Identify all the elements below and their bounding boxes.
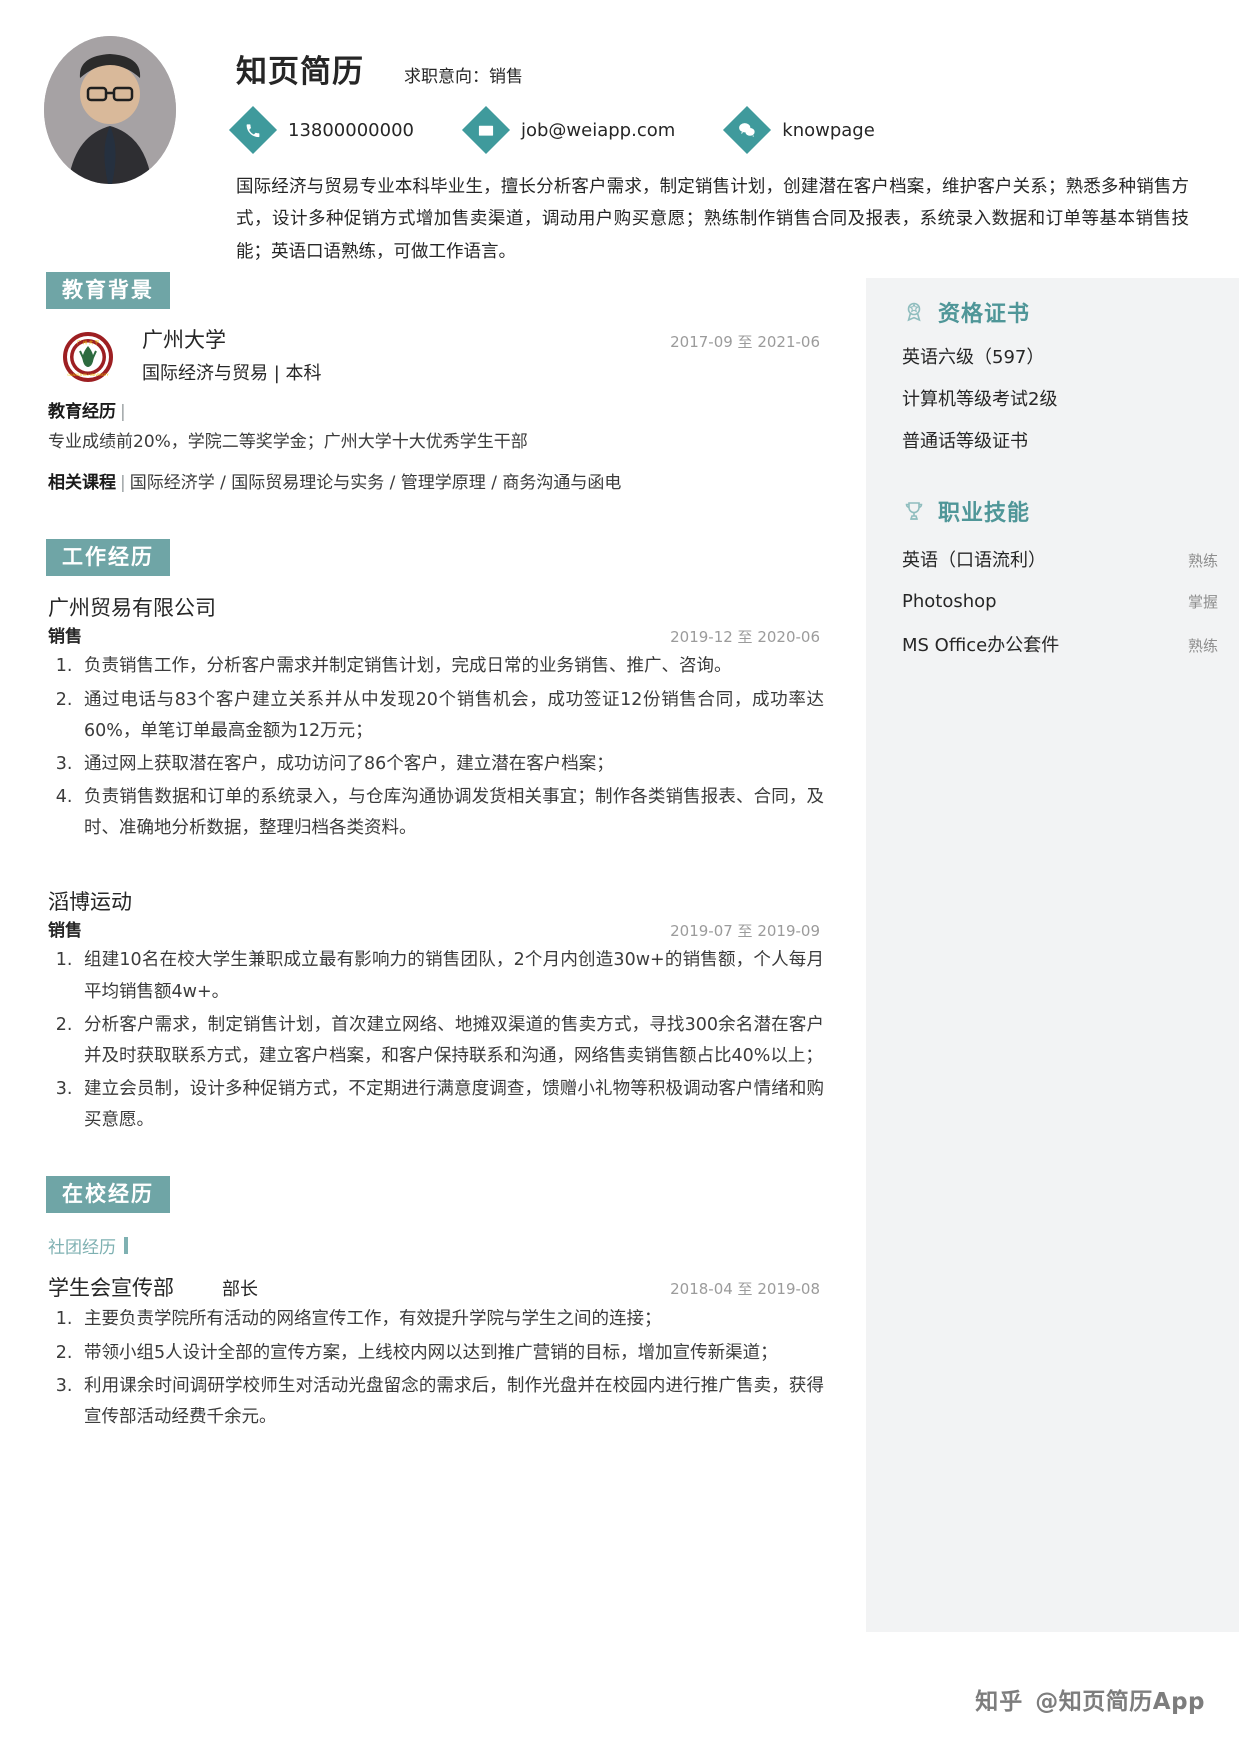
phone-text: 13800000000 [288, 119, 414, 141]
skill-row: 英语（口语流利） 熟练 [902, 546, 1222, 572]
work-date: 2019-07 至 2019-09 [670, 922, 820, 941]
watermark: 知乎 @知页简历App [975, 1682, 1205, 1716]
education-courses-line: 相关课程 | 国际经济学 / 国际贸易理论与实务 / 管理学原理 / 商务沟通与函电 [48, 469, 824, 499]
campus-subsection-header: 社团经历 [48, 1233, 824, 1258]
education-experience-text: 专业成绩前20%，学院二等奖学金；广州大学十大优秀学生干部 [48, 431, 528, 452]
accent-tick-icon [124, 1237, 128, 1255]
job-objective: 求职意向：销售 [404, 67, 523, 87]
university-logo-icon: 广 州 大 学 GUANGZHOU UNIVERSITY [62, 331, 114, 384]
organization-name: 学生会宣传部 [48, 1276, 174, 1301]
skill-level: 熟练 [1187, 551, 1218, 570]
education-experience-label-line: 教育经历 | [48, 398, 824, 428]
watermark-text: @知页简历App [1035, 1689, 1205, 1715]
wechat-icon [723, 105, 772, 155]
school-major: 国际经济与贸易 | 本科 [142, 363, 322, 385]
work-bullet: 负责销售工作，分析客户需求并制定销售计划，完成日常的业务销售、推广、咨询。 [78, 651, 824, 682]
campus-section-header: 在校经历 [30, 1176, 842, 1214]
skill-level: 熟练 [1187, 636, 1218, 655]
certificate-item: 英语六级（597） [902, 347, 1045, 368]
work-bullet: 分析客户需求，制定销售计划，首次建立网络、地摊双渠道的售卖方式，寻找300余名潜… [78, 1010, 824, 1072]
mail-icon [461, 105, 511, 155]
contact-phone: 13800000000 [228, 105, 414, 155]
work-bullet-list: 组建10名在校大学生兼职成立最有影响力的销售团队，2个月内创造30w+的销售额，… [48, 945, 824, 1136]
main-column: 教育背景 广 州 大 学 GUANGZHOU UNIVERSITY 广州大学 国… [30, 272, 842, 1433]
header-details: 知页简历 求职意向：销售 13800000000 job@weiapp.com … [176, 32, 1199, 268]
svg-text:GUANGZHOU UNIVERSITY: GUANGZHOU UNIVERSITY [67, 373, 108, 377]
education-section-title: 教育背景 [46, 272, 170, 310]
education-section-header: 教育背景 [30, 272, 842, 310]
skill-name: 英语（口语流利） [902, 549, 1046, 571]
resume-page: 知页简历 求职意向：销售 13800000000 job@weiapp.com … [0, 0, 1239, 1754]
wechat-text: knowpage [782, 119, 875, 141]
campus-block: 社团经历 学生会宣传部 部长 2018-04 至 2019-08 主要负责学院所… [30, 1233, 842, 1433]
sidebar-content: 资格证书 英语六级（597） 计算机等级考试2级 普通话等级证书 职业技能 英语… [902, 296, 1222, 657]
work-bullet: 通过电话与83个客户建立关系并从中发现20个销售机会，成功签证12份销售合同，成… [78, 685, 824, 747]
campus-bullet: 带领小组5人设计全部的宣传方案，上线校内网以达到推广营销的目标，增加宣传新渠道； [78, 1338, 824, 1369]
certificates-title: 资格证书 [938, 302, 1031, 327]
divider-bar: | [120, 473, 126, 494]
education-courses-text: 国际经济学 / 国际贸易理论与实务 / 管理学原理 / 商务沟通与函电 [129, 473, 622, 494]
svg-text:广 州 大 学: 广 州 大 学 [77, 339, 100, 346]
education-courses-label: 相关课程 [48, 473, 116, 494]
work-bullet: 建立会员制，设计多种促销方式，不定期进行满意度调查，馈赠小礼物等积极调动客户情绪… [78, 1074, 824, 1136]
profile-summary: 国际经济与贸易专业本科毕业生，擅长分析客户需求，制定销售计划，创建潜在客户档案，… [236, 177, 1189, 262]
work-section-header: 工作经历 [30, 539, 842, 577]
skill-name: Photoshop [902, 590, 997, 612]
trophy-icon [902, 499, 928, 523]
work-entry: 滔博运动 销售 2019-07 至 2019-09 组建10名在校大学生兼职成立… [48, 888, 824, 1136]
education-date: 2017-09 至 2021-06 [670, 333, 820, 352]
campus-date: 2018-04 至 2019-08 [670, 1280, 820, 1299]
campus-bullet: 利用课余时间调研学校师生对活动光盘留念的需求后，制作光盘并在校园内进行推广售卖，… [78, 1371, 824, 1433]
campus-entry: 学生会宣传部 部长 2018-04 至 2019-08 主要负责学院所有活动的网… [48, 1272, 824, 1433]
education-entry: 广 州 大 学 GUANGZHOU UNIVERSITY 广州大学 国际经济与贸… [48, 327, 824, 386]
education-block: 广 州 大 学 GUANGZHOU UNIVERSITY 广州大学 国际经济与贸… [30, 327, 842, 499]
avatar [44, 36, 176, 184]
phone-icon [228, 105, 278, 155]
skill-name: MS Office办公套件 [902, 634, 1060, 656]
work-bullet: 组建10名在校大学生兼职成立最有影响力的销售团队，2个月内创造30w+的销售额，… [78, 945, 824, 1007]
skill-level: 掌握 [1187, 592, 1218, 611]
zhihu-logo-icon: 知乎 [975, 1689, 1024, 1715]
work-bullet: 负责销售数据和订单的系统录入，与仓库沟通协调发货相关事宜；制作各类销售报表、合同… [78, 782, 824, 844]
candidate-name: 知页简历 [236, 54, 364, 90]
certificates-section-header: 资格证书 [902, 296, 1222, 328]
skill-row: Photoshop 掌握 [902, 591, 1222, 612]
campus-bullet-list: 主要负责学院所有活动的网络宣传工作，有效提升学院与学生之间的连接； 带领小组5人… [48, 1304, 824, 1433]
divider-bar: | [120, 401, 126, 422]
skills-section-header: 职业技能 [902, 495, 1222, 527]
work-section-title: 工作经历 [46, 539, 170, 577]
name-row: 知页简历 求职意向：销售 [236, 46, 1199, 91]
work-bullet-list: 负责销售工作，分析客户需求并制定销售计划，完成日常的业务销售、推广、咨询。 通过… [48, 651, 824, 844]
organization-role: 部长 [222, 1279, 258, 1301]
work-entry: 广州贸易有限公司 销售 2019-12 至 2020-06 负责销售工作，分析客… [48, 594, 824, 844]
work-bullet: 通过网上获取潜在客户，成功访问了86个客户，建立潜在客户档案； [78, 749, 824, 780]
contact-wechat: knowpage [723, 105, 875, 155]
work-block: 广州贸易有限公司 销售 2019-12 至 2020-06 负责销售工作，分析客… [30, 594, 842, 1136]
skill-row: MS Office办公套件 熟练 [902, 631, 1222, 657]
email-text: job@weiapp.com [520, 119, 676, 141]
certificate-item: 普通话等级证书 [902, 431, 1028, 453]
contact-row: 13800000000 job@weiapp.com knowpage [228, 105, 1199, 155]
company-name: 广州贸易有限公司 [48, 596, 216, 621]
skills-title: 职业技能 [938, 500, 1031, 526]
avatar-photo [44, 36, 176, 184]
campus-subsection-label: 社团经历 [48, 1238, 116, 1259]
work-date: 2019-12 至 2020-06 [670, 628, 820, 647]
company-name: 滔博运动 [48, 890, 132, 915]
contact-email: job@weiapp.com [461, 105, 676, 155]
medal-icon [902, 300, 928, 324]
resume-header: 知页简历 求职意向：销售 13800000000 job@weiapp.com … [0, 0, 1239, 268]
education-experience-label: 教育经历 [48, 401, 116, 422]
certificate-item: 计算机等级考试2级 [902, 389, 1058, 411]
campus-section-title: 在校经历 [46, 1176, 170, 1214]
campus-bullet: 主要负责学院所有活动的网络宣传工作，有效提升学院与学生之间的连接； [78, 1304, 824, 1335]
